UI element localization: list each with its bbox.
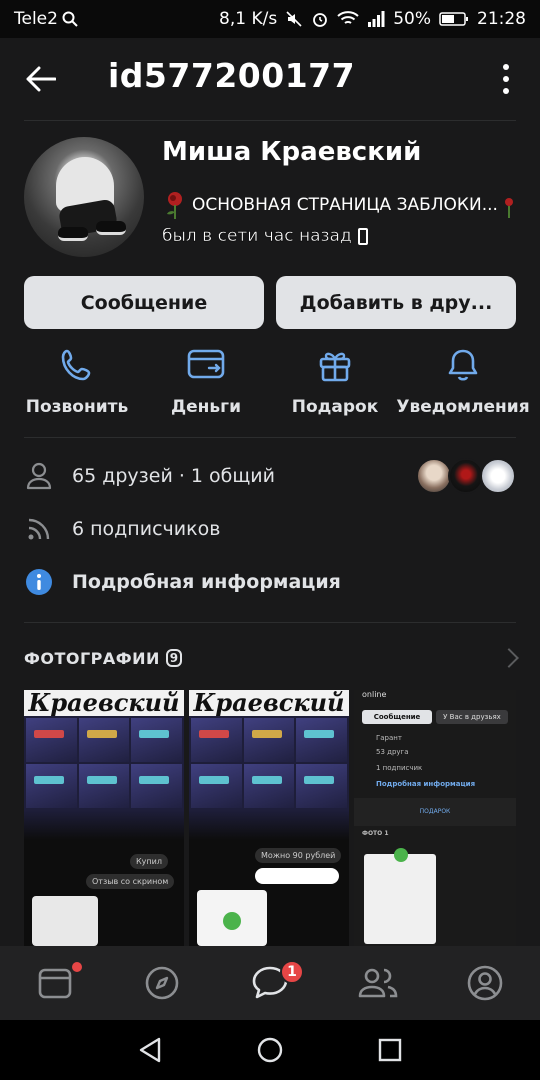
mobile-icon: [357, 227, 368, 245]
bottom-tab-bar: [0, 946, 540, 1020]
action-label: Подарок: [291, 397, 379, 417]
mute-icon: [285, 10, 303, 28]
weapon-grid: [189, 716, 349, 810]
nav-home-icon[interactable]: [256, 1036, 284, 1064]
profile-name: Миша Краевский: [162, 137, 422, 167]
battery-percent: 50%: [393, 9, 431, 29]
thumb-heading: Краевский: [189, 690, 349, 716]
avatar: [480, 458, 516, 494]
friends-row[interactable]: 65 друзей · 1 общий: [24, 456, 516, 496]
alarm-icon: [311, 10, 329, 28]
money-action[interactable]: Деньги: [141, 345, 271, 417]
gift-action[interactable]: Подарок: [270, 345, 400, 417]
phone-icon: [57, 345, 97, 385]
status-text: ОСНОВНАЯ СТРАНИЦА ЗАБЛОКИ...: [192, 195, 498, 215]
back-arrow-icon[interactable]: [24, 64, 58, 94]
app-header: id577200177: [0, 38, 540, 120]
messages-badge: 1: [280, 960, 304, 984]
wifi-icon: [337, 11, 359, 27]
clock: 21:28: [477, 9, 526, 29]
online-status: был в сети час назад: [162, 226, 368, 246]
photos-header[interactable]: ФОТОГРАФИИ 9: [24, 645, 519, 671]
nav-back-icon[interactable]: [136, 1036, 164, 1064]
carrier-label: Tele2: [14, 9, 58, 29]
user-icon: [24, 461, 54, 491]
profile-icon: [467, 965, 503, 1001]
nav-recents-icon[interactable]: [376, 1036, 404, 1064]
message-button[interactable]: Сообщение: [24, 276, 264, 329]
mini-profile-screenshot: online Сообщение У Вас в друзьях Гарант …: [354, 690, 516, 946]
divider: [24, 622, 516, 623]
page-title: id577200177: [108, 56, 356, 95]
rose-icon: [162, 190, 188, 220]
weapon-grid: [24, 716, 184, 810]
action-label: Уведомления: [396, 397, 530, 417]
photos-title: ФОТОГРАФИИ: [24, 648, 160, 668]
tab-profile[interactable]: [460, 958, 510, 1008]
bell-icon: [443, 345, 483, 385]
redaction-scribble: [255, 868, 339, 884]
call-action[interactable]: Позвонить: [12, 345, 142, 417]
rss-icon: [24, 514, 54, 544]
photo-thumbnail[interactable]: Краевский Можно 90 рублей: [189, 690, 349, 946]
system-nav-bar: [0, 1020, 540, 1080]
notifications-action[interactable]: Уведомления: [396, 345, 530, 417]
friends-icon: [358, 968, 398, 998]
online-text: был в сети час назад: [162, 226, 352, 246]
mutual-friends-avatars[interactable]: [416, 458, 516, 494]
money-transfer-icon: [186, 345, 226, 385]
battery-icon: [439, 11, 469, 27]
news-dot-badge: [72, 962, 82, 972]
divider: [24, 120, 516, 121]
chat-bubble: Можно 90 рублей: [255, 848, 342, 863]
chevron-right-icon: [499, 648, 519, 668]
info-icon: [24, 567, 54, 597]
avatar: [448, 458, 484, 494]
status-bar: Tele2 8,1 K/s 50% 21:28: [0, 0, 540, 38]
photo-thumbnail[interactable]: online Сообщение У Вас в друзьях Гарант …: [354, 690, 516, 946]
action-label: Позвонить: [25, 397, 129, 417]
add-friend-button[interactable]: Добавить в дру...: [276, 276, 516, 329]
friends-count: 65 друзей · 1 общий: [72, 465, 275, 487]
details-link: Подробная информация: [72, 571, 341, 593]
details-row[interactable]: Подробная информация: [24, 562, 516, 602]
avatar: [416, 458, 452, 494]
chat-bubble: Отзыв со скрином: [86, 874, 175, 889]
signal-icon: [367, 11, 385, 27]
photos-count: 9: [165, 649, 182, 667]
action-row: Позвонить Деньги Подарок Уведомления: [0, 345, 540, 425]
avatar[interactable]: [24, 137, 144, 257]
news-icon: [38, 968, 72, 999]
divider: [24, 437, 516, 438]
tab-discover[interactable]: [137, 958, 187, 1008]
chat-bubble: Купил: [130, 854, 168, 869]
followers-count: 6 подписчиков: [72, 518, 221, 540]
followers-row[interactable]: 6 подписчиков: [24, 509, 516, 549]
gift-icon: [315, 345, 355, 385]
photo-thumbnail[interactable]: Краевский Купил Отзыв со скрином: [24, 690, 184, 946]
action-label: Деньги: [171, 397, 241, 417]
tab-friends[interactable]: [353, 958, 403, 1008]
search-icon: [62, 11, 78, 27]
more-options-icon[interactable]: [498, 64, 514, 94]
thumb-heading: Краевский: [24, 690, 184, 716]
profile-status: ОСНОВНАЯ СТРАНИЦА ЗАБЛОКИ...: [162, 190, 516, 220]
rose-icon: [502, 190, 516, 220]
network-speed: 8,1 K/s: [219, 9, 278, 29]
compass-icon: [145, 966, 179, 1000]
